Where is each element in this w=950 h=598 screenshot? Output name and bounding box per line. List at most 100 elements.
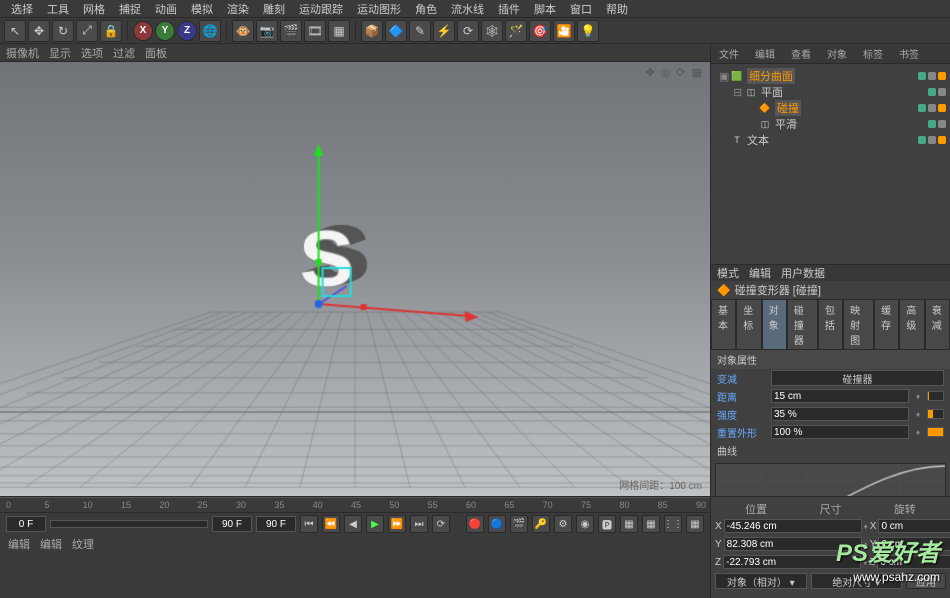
tool-render-4[interactable]: ▦ bbox=[328, 20, 350, 42]
frame-current[interactable] bbox=[256, 516, 296, 532]
vp-pan-icon[interactable]: ✥ bbox=[646, 66, 655, 79]
menu-渲染[interactable]: 渲染 bbox=[220, 1, 256, 17]
play-btn-6[interactable]: ⟳ bbox=[432, 515, 450, 533]
visibility-dot[interactable] bbox=[928, 136, 936, 144]
play-btn-4[interactable]: ⏩ bbox=[388, 515, 406, 533]
visibility-dot[interactable] bbox=[928, 72, 936, 80]
attr-menu-编辑[interactable]: 编辑 bbox=[749, 265, 771, 281]
coord-Z-0[interactable] bbox=[723, 555, 861, 569]
menu-动画[interactable]: 动画 bbox=[148, 1, 184, 17]
tool-create-9[interactable]: 💡 bbox=[577, 20, 599, 42]
mode-btn-7[interactable]: ▦ bbox=[620, 515, 638, 533]
visibility-dot[interactable] bbox=[938, 88, 946, 96]
play-btn-3[interactable]: ▶ bbox=[366, 515, 384, 533]
tool-move-1[interactable]: ✥ bbox=[28, 20, 50, 42]
panel-tab-编辑[interactable]: 编辑 bbox=[747, 46, 783, 61]
menu-雕刻[interactable]: 雕刻 bbox=[256, 1, 292, 17]
attr-tab-映射图[interactable]: 映射图 bbox=[843, 299, 874, 350]
menu-捕捉[interactable]: 捕捉 bbox=[112, 1, 148, 17]
frame-start[interactable] bbox=[6, 516, 46, 532]
mode-btn-6[interactable]: 🅿 bbox=[598, 515, 616, 533]
visibility-dot[interactable] bbox=[938, 136, 946, 144]
attr-menu-模式[interactable]: 模式 bbox=[717, 265, 739, 281]
visibility-dot[interactable] bbox=[918, 104, 926, 112]
attr-tab-对象[interactable]: 对象 bbox=[762, 299, 787, 350]
tool-render-0[interactable]: 🐵 bbox=[232, 20, 254, 42]
attr-tab-缓存[interactable]: 缓存 bbox=[874, 299, 899, 350]
prop-input[interactable] bbox=[771, 425, 909, 439]
viewport[interactable]: ✥ ◎ ⟳ ▦ 网格间距：100 cm bbox=[0, 62, 710, 496]
mode-btn-1[interactable]: 🔵 bbox=[488, 515, 506, 533]
menu-运动跟踪[interactable]: 运动跟踪 bbox=[292, 1, 350, 17]
play-btn-1[interactable]: ⏪ bbox=[322, 515, 340, 533]
timeline-scrub[interactable] bbox=[50, 520, 208, 528]
edit-tab[interactable]: 纹理 bbox=[72, 536, 94, 552]
tree-item[interactable]: ◫平滑 bbox=[715, 116, 946, 132]
tool-move-2[interactable]: ↻ bbox=[52, 20, 74, 42]
tool-create-4[interactable]: ⟳ bbox=[457, 20, 479, 42]
tool-create-5[interactable]: 🕸 bbox=[481, 20, 503, 42]
visibility-dot[interactable] bbox=[928, 88, 936, 96]
curve-editor[interactable]: -1 bbox=[715, 463, 946, 496]
menu-工具[interactable]: 工具 bbox=[40, 1, 76, 17]
tool-move-4[interactable]: 🔒 bbox=[100, 20, 122, 42]
menu-选择[interactable]: 选择 bbox=[4, 1, 40, 17]
mode-btn-8[interactable]: ▦ bbox=[642, 515, 660, 533]
play-btn-2[interactable]: ◀ bbox=[344, 515, 362, 533]
mode-btn-0[interactable]: 🔴 bbox=[466, 515, 484, 533]
tool-create-0[interactable]: 📦 bbox=[361, 20, 383, 42]
coord-Y-1[interactable] bbox=[878, 537, 950, 551]
panel-tab-查看[interactable]: 查看 bbox=[783, 46, 819, 61]
attr-tab-坐标[interactable]: 坐标 bbox=[736, 299, 761, 350]
tree-label[interactable]: 平滑 bbox=[775, 116, 797, 132]
tool-create-6[interactable]: 🪄 bbox=[505, 20, 527, 42]
slider[interactable] bbox=[927, 409, 944, 419]
edit-tab[interactable]: 编辑 bbox=[40, 536, 62, 552]
play-btn-0[interactable]: ⏮ bbox=[300, 515, 318, 533]
attr-menu-用户数据[interactable]: 用户数据 bbox=[781, 265, 825, 281]
visibility-dot[interactable] bbox=[918, 72, 926, 80]
timeline-ruler[interactable]: 051015202530354045505560657075808590 bbox=[0, 497, 710, 513]
tool-create-7[interactable]: 🎯 bbox=[529, 20, 551, 42]
coord-Z-1[interactable] bbox=[877, 555, 950, 569]
visibility-dot[interactable] bbox=[938, 104, 946, 112]
axis-y-button[interactable]: Y bbox=[155, 21, 175, 41]
tool-create-3[interactable]: ⚡ bbox=[433, 20, 455, 42]
tree-item[interactable]: T文本 bbox=[715, 132, 946, 148]
mode-btn-5[interactable]: ◉ bbox=[576, 515, 594, 533]
panel-tab-对象[interactable]: 对象 bbox=[819, 46, 855, 61]
tool-create-2[interactable]: ✎ bbox=[409, 20, 431, 42]
menu-网格[interactable]: 网格 bbox=[76, 1, 112, 17]
attr-tab-衰减[interactable]: 衰减 bbox=[925, 299, 950, 350]
tree-item[interactable]: ⊟◫平面 bbox=[715, 84, 946, 100]
menu-插件[interactable]: 插件 bbox=[491, 1, 527, 17]
mode-btn-2[interactable]: 🎬 bbox=[510, 515, 528, 533]
attr-tab-包括[interactable]: 包括 bbox=[818, 299, 843, 350]
edit-tab[interactable]: 编辑 bbox=[8, 536, 30, 552]
tool-move-3[interactable]: ⤢ bbox=[76, 20, 98, 42]
tool-create-1[interactable]: 🔷 bbox=[385, 20, 407, 42]
visibility-dot[interactable] bbox=[928, 104, 936, 112]
object-manager[interactable]: ▣🟩细分曲面⊟◫平面🔶碰撞◫平滑T文本 bbox=[711, 64, 950, 264]
tree-label[interactable]: 碰撞 bbox=[775, 100, 801, 116]
mode-btn-9[interactable]: ⋮⋮ bbox=[664, 515, 682, 533]
menu-帮助[interactable]: 帮助 bbox=[599, 1, 635, 17]
panel-tab-书签[interactable]: 书签 bbox=[891, 46, 927, 61]
attr-tab-高级[interactable]: 高级 bbox=[899, 299, 924, 350]
tool-move-0[interactable]: ↖ bbox=[4, 20, 26, 42]
menu-角色[interactable]: 角色 bbox=[408, 1, 444, 17]
coord-Y-0[interactable] bbox=[724, 537, 862, 551]
axis-z-button[interactable]: Z bbox=[177, 21, 197, 41]
panel-tab-标签[interactable]: 标签 bbox=[855, 46, 891, 61]
attr-tab-碰撞器[interactable]: 碰撞器 bbox=[787, 299, 818, 350]
visibility-dot[interactable] bbox=[938, 120, 946, 128]
frame-end[interactable] bbox=[212, 516, 252, 532]
tree-label[interactable]: 细分曲面 bbox=[747, 68, 795, 84]
vp-zoom-icon[interactable]: ◎ bbox=[661, 66, 671, 79]
vp-menu-摄像机[interactable]: 摄像机 bbox=[6, 45, 39, 61]
mode-btn-10[interactable]: ▦ bbox=[686, 515, 704, 533]
slider[interactable] bbox=[927, 427, 944, 437]
tree-label[interactable]: 文本 bbox=[747, 132, 769, 148]
tool-render-2[interactable]: 🎬 bbox=[280, 20, 302, 42]
panel-tab-文件[interactable]: 文件 bbox=[711, 46, 747, 61]
